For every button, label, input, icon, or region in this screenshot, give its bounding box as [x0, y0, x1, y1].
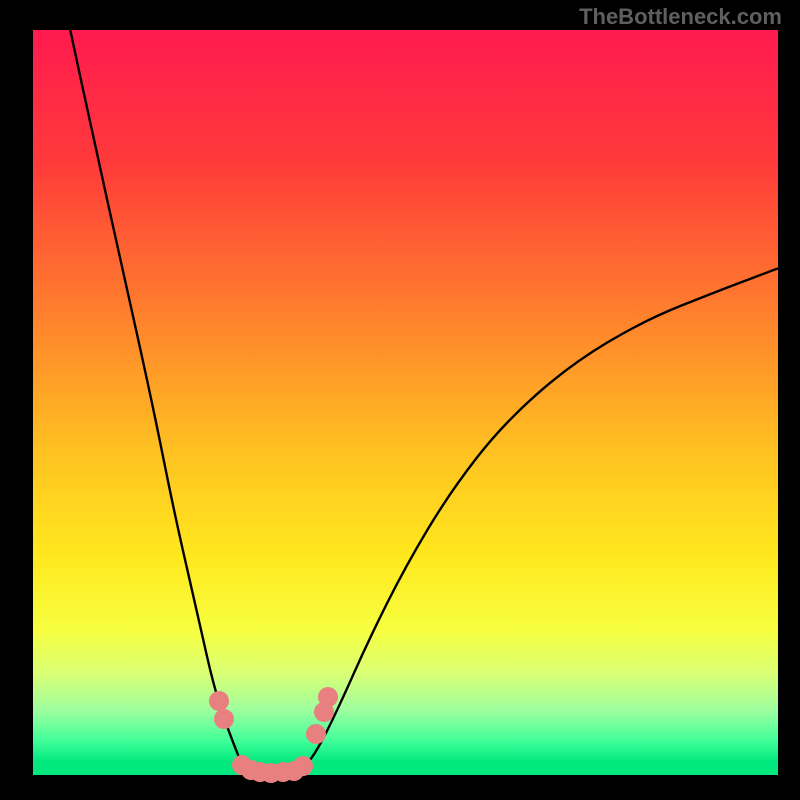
- plot-area: [33, 30, 778, 775]
- highlight-marker: [214, 709, 234, 729]
- chart-stage: TheBottleneck.com: [0, 0, 800, 800]
- bottleneck-curve: [70, 30, 778, 774]
- highlight-marker: [306, 724, 326, 744]
- highlight-marker: [209, 691, 229, 711]
- curve-layer: [33, 30, 778, 775]
- watermark-text: TheBottleneck.com: [579, 4, 782, 30]
- highlight-marker: [293, 756, 313, 776]
- highlight-marker: [318, 687, 338, 707]
